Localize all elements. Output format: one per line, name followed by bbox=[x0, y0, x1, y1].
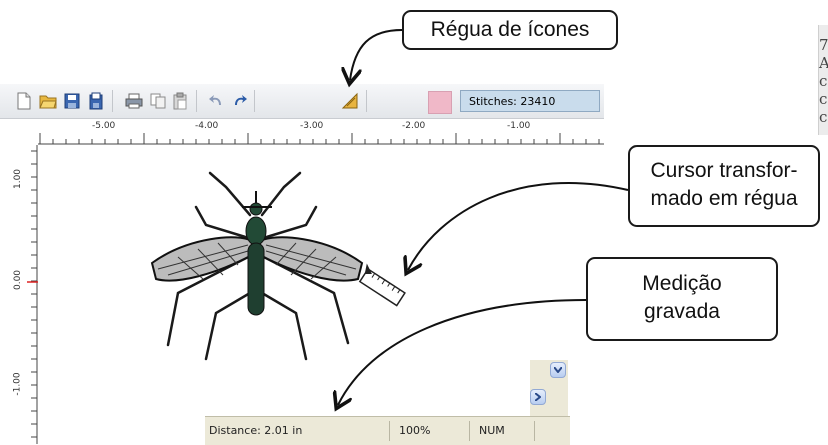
redo-icon[interactable] bbox=[230, 91, 250, 111]
embroidery-app-window: Stitches: 23410 -5.00 -4.00 -3.00 -2.00 … bbox=[0, 84, 604, 444]
status-bar: Distance: 2.01 in 100% NUM bbox=[205, 416, 570, 445]
copy-icon[interactable] bbox=[148, 91, 168, 111]
zoom-level: 100% bbox=[395, 421, 470, 441]
ruler-label: 0.00 bbox=[13, 269, 24, 291]
undo-icon[interactable] bbox=[206, 91, 226, 111]
icon-toolbar: Stitches: 23410 bbox=[0, 84, 604, 119]
save-icon[interactable] bbox=[62, 91, 82, 111]
side-text: c bbox=[819, 72, 828, 90]
toolbar-separator bbox=[196, 90, 197, 112]
print-icon[interactable] bbox=[124, 91, 144, 111]
vertical-ruler: 1.00 0.00 -1.00 bbox=[0, 145, 38, 444]
paste-icon[interactable] bbox=[170, 91, 190, 111]
horizontal-ruler: -5.00 -4.00 -3.00 -2.00 -1.00 bbox=[0, 119, 604, 145]
distance-readout: Distance: 2.01 in bbox=[205, 421, 390, 441]
side-text: A bbox=[819, 54, 828, 72]
ruler-cursor-icon bbox=[358, 263, 406, 307]
stitch-count-field: Stitches: 23410 bbox=[460, 90, 600, 112]
ruler-label: -2.00 bbox=[402, 121, 426, 131]
callout-measurement-line2: gravada bbox=[644, 300, 720, 323]
callout-measurement: Medição gravada bbox=[586, 257, 778, 341]
ruler-label: -1.00 bbox=[507, 121, 531, 131]
num-lock-indicator: NUM bbox=[475, 421, 535, 441]
chevron-down-icon[interactable] bbox=[550, 362, 566, 378]
ruler-label: 1.00 bbox=[13, 168, 24, 190]
design-canvas[interactable] bbox=[38, 145, 604, 444]
callout-toolbar: Régua de ícones bbox=[402, 10, 618, 50]
measure-ruler-icon[interactable] bbox=[340, 91, 360, 111]
toolbar-separator bbox=[366, 90, 367, 112]
side-text: c bbox=[819, 90, 828, 108]
callout-toolbar-text: Régua de ícones bbox=[430, 18, 590, 41]
toolbar-separator bbox=[112, 90, 113, 112]
ruler-label: -1.00 bbox=[12, 372, 23, 396]
chevron-right-icon[interactable] bbox=[530, 389, 546, 405]
callout-measurement-line1: Medição bbox=[642, 272, 722, 295]
save-as-icon[interactable] bbox=[86, 91, 106, 111]
ruler-label: -4.00 bbox=[195, 121, 219, 131]
ruler-label: -5.00 bbox=[92, 121, 116, 131]
callout-cursor-line2: mado em régua bbox=[650, 187, 798, 210]
mosquito-design bbox=[150, 171, 406, 361]
callout-cursor: Cursor transfor- mado em régua bbox=[628, 145, 820, 227]
scroll-area bbox=[530, 360, 568, 416]
side-text: 7 bbox=[819, 36, 828, 54]
new-file-icon[interactable] bbox=[14, 91, 34, 111]
color-swatch-icon[interactable] bbox=[428, 91, 452, 114]
ruler-label: -3.00 bbox=[300, 121, 324, 131]
callout-cursor-line1: Cursor transfor- bbox=[650, 159, 798, 182]
open-folder-icon[interactable] bbox=[38, 91, 58, 111]
side-text: c bbox=[819, 108, 828, 126]
toolbar-separator bbox=[254, 90, 255, 112]
